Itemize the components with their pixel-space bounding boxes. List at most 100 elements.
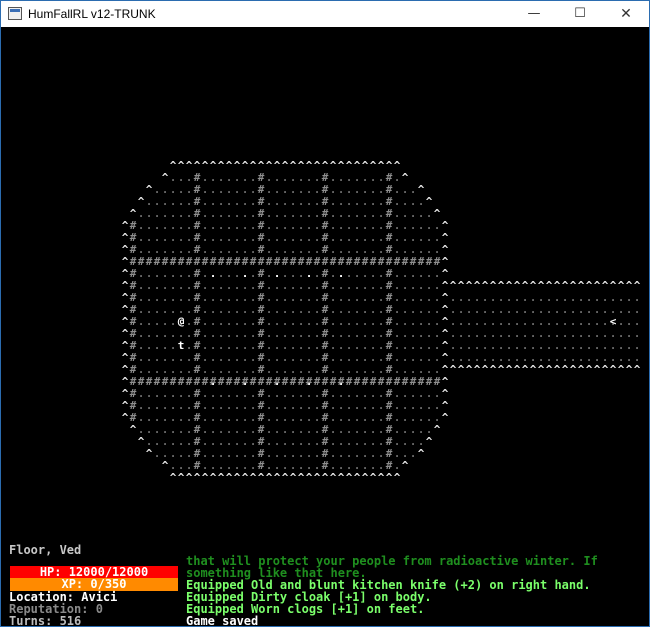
rock-tile: ^: [138, 435, 145, 448]
rock-tile: ^: [442, 411, 449, 424]
rock-tile: ^: [554, 363, 561, 376]
rock-tile: ^: [514, 363, 521, 376]
rock-tile: ^: [498, 363, 505, 376]
rock-tile: ^: [314, 471, 321, 484]
floor-tile: .: [410, 447, 417, 460]
floor-tile: .: [610, 351, 617, 364]
window-title: HumFallRL v12-TRUNK: [28, 7, 156, 21]
rock-tile: ^: [370, 471, 377, 484]
stairs-up-icon: <: [610, 315, 617, 328]
floor-tile: .: [538, 351, 545, 364]
rock-tile: ^: [458, 363, 465, 376]
rock-tile: ^: [506, 363, 513, 376]
xp-label: XP: 0/350: [61, 577, 127, 591]
rock-tile: ^: [626, 363, 633, 376]
player-character: @: [178, 315, 185, 328]
rock-tile: ^: [386, 471, 393, 484]
floor-tile: .: [522, 351, 529, 364]
rock-tile: ^: [234, 471, 241, 484]
message-line: Game saved: [186, 614, 259, 627]
rock-tile: ^: [322, 471, 329, 484]
rock-tile: ^: [354, 471, 361, 484]
light-tile: .: [338, 267, 345, 280]
floor-tile: .: [482, 351, 489, 364]
maximize-button[interactable]: ☐: [557, 1, 603, 27]
floor-tile: .: [458, 351, 465, 364]
dungeon-map[interactable]: ^ ^ ^ ^ ^ ^ ^ ^ ^ ^ ^ ^ ^ ^ ^ ^ ^ ^ ^ ^ ^ ^ ^ ^ ^ ^ ^ ^ ^ ^... #......…: [1, 27, 649, 627]
rock-tile: ^: [130, 423, 137, 436]
rock-tile: ^: [162, 459, 169, 472]
light-tile: .: [306, 267, 313, 280]
floor-tile: .: [450, 351, 457, 364]
rock-tile: ^: [194, 471, 201, 484]
light-tile: .: [306, 375, 313, 388]
light-tile: .: [338, 375, 345, 388]
floor-tile: .: [514, 351, 521, 364]
rock-tile: ^: [178, 471, 185, 484]
rock-tile: ^: [490, 363, 497, 376]
floor-tile: .: [626, 351, 633, 364]
rock-tile: ^: [338, 471, 345, 484]
rock-tile: ^: [578, 363, 585, 376]
rock-tile: ^: [274, 471, 281, 484]
floor-tile: .: [562, 351, 569, 364]
light-tile: .: [274, 267, 281, 280]
turns-label: Turns: 516: [9, 614, 82, 628]
floor-tile: .: [570, 351, 577, 364]
rock-tile: ^: [242, 471, 249, 484]
minimize-button[interactable]: —: [511, 1, 557, 27]
rock-tile: ^: [210, 471, 217, 484]
rock-tile: ^: [466, 363, 473, 376]
rock-tile: ^: [258, 471, 265, 484]
floor-tile: .: [530, 351, 537, 364]
rock-tile: ^: [418, 447, 425, 460]
rock-tile: ^: [170, 471, 177, 484]
floor-tile: .: [634, 351, 641, 364]
floor-tile: .: [506, 351, 513, 364]
rock-tile: ^: [602, 363, 609, 376]
light-tile: .: [274, 375, 281, 388]
rock-tile: ^: [378, 471, 385, 484]
rock-tile: ^: [474, 363, 481, 376]
status-panel: Floor, Ved HP: 12000/12000 XP: 0/350 Loc…: [1, 541, 183, 628]
floor-tile: .: [490, 351, 497, 364]
floor-tile: .: [618, 351, 625, 364]
rock-tile: ^: [570, 363, 577, 376]
rock-tile: ^: [346, 471, 353, 484]
rock-tile: ^: [402, 459, 409, 472]
npc-character: t: [178, 339, 185, 352]
floor-tile: .: [578, 351, 585, 364]
rock-tile: ^: [306, 471, 313, 484]
rock-tile: ^: [186, 471, 193, 484]
rock-tile: ^: [330, 471, 337, 484]
map-canvas: ^ ^ ^ ^ ^ ^ ^ ^ ^ ^ ^ ^ ^ ^ ^ ^ ^ ^ ^ ^ ^ ^ ^ ^ ^ ^ ^ ^ ^^... #......…: [122, 159, 641, 484]
rock-tile: ^: [394, 471, 401, 484]
game-window: HumFallRL v12-TRUNK — ☐ ✕ ^ ^ ^ ^ ^ ^ ^ ^ ^ ^ ^ ^ ^ ^…: [0, 0, 650, 628]
close-button[interactable]: ✕: [603, 1, 649, 27]
floor-tile: .: [546, 351, 553, 364]
light-tile: .: [210, 375, 217, 388]
rock-tile: ^: [282, 471, 289, 484]
rock-tile: ^: [450, 363, 457, 376]
rock-tile: ^: [250, 471, 257, 484]
title-bar[interactable]: HumFallRL v12-TRUNK — ☐ ✕: [1, 1, 649, 27]
rock-tile: ^: [594, 363, 601, 376]
rock-tile: ^: [530, 363, 537, 376]
rock-tile: ^: [202, 471, 209, 484]
rock-tile: ^: [426, 435, 433, 448]
rock-tile: ^: [610, 363, 617, 376]
rock-tile: ^: [538, 363, 545, 376]
light-tile: .: [210, 267, 217, 280]
floor-tile: .: [586, 351, 593, 364]
floor-tile: .: [602, 351, 609, 364]
app-icon: [8, 7, 22, 20]
rock-tile: ^: [618, 363, 625, 376]
rock-tile: ^: [290, 471, 297, 484]
rock-tile: ^: [362, 471, 369, 484]
tile-description: Floor, Ved: [9, 543, 82, 557]
floor-tile: .: [594, 351, 601, 364]
floor-tile: .: [474, 351, 481, 364]
rock-tile: ^: [522, 363, 529, 376]
message-log: that will protect your people from radio…: [186, 554, 648, 627]
rock-tile: ^: [226, 471, 233, 484]
